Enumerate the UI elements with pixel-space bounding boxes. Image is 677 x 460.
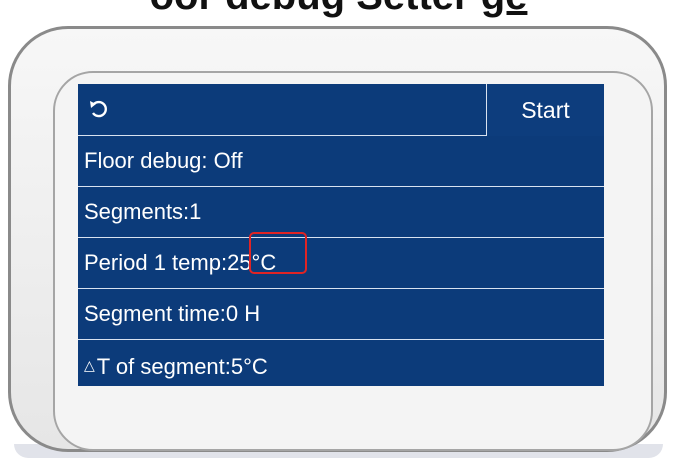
menu-item-delta-t[interactable]: △T of segment:5°C (78, 340, 604, 386)
page-heading: oor debug Setter ge (0, 0, 677, 16)
page-heading-underlined: ge (481, 0, 528, 18)
floor-debug-label: Floor debug: Off (84, 148, 243, 173)
header-bar: Start (78, 84, 604, 136)
segment-time-label: Segment time:0 H (84, 301, 261, 326)
back-arrow-icon[interactable] (88, 98, 110, 120)
segments-label: Segments:1 (84, 199, 202, 224)
period-temp-label: Period 1 temp:25°C (84, 250, 277, 275)
highlight-annotation (249, 232, 307, 274)
start-button[interactable]: Start (486, 84, 604, 136)
menu-item-period-temp[interactable]: Period 1 temp:25°C (78, 238, 604, 289)
page-heading-text: oor debug Setter (150, 0, 470, 18)
menu-item-floor-debug[interactable]: Floor debug: Off (78, 136, 604, 187)
delta-icon: △ (84, 357, 95, 373)
menu-item-segments[interactable]: Segments:1 (78, 187, 604, 238)
delta-t-label: T of segment:5°C (96, 354, 268, 379)
menu-item-segment-time[interactable]: Segment time:0 H (78, 289, 604, 340)
touch-screen: Start Floor debug: Off Segments:1 Period… (78, 84, 604, 386)
